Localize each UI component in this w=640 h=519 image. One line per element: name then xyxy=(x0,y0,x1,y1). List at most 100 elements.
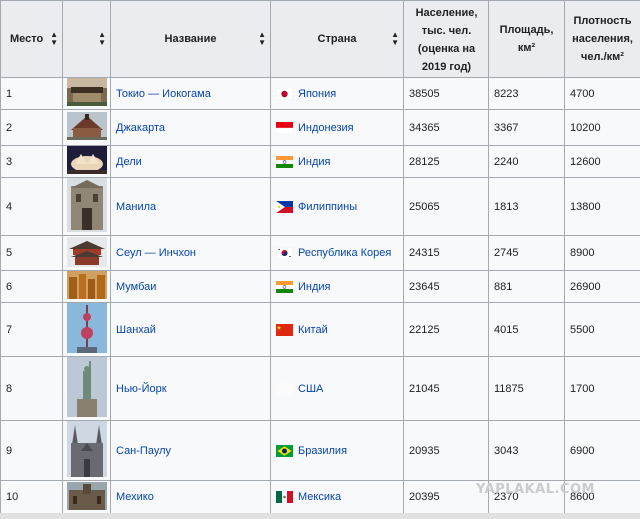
name-cell: Нью-Йорк xyxy=(110,356,271,421)
city-link[interactable]: Мумбаи xyxy=(116,281,156,293)
city-link[interactable]: Токио — Иокогама xyxy=(116,88,211,100)
city-link[interactable]: Мехико xyxy=(116,491,154,503)
country-cell: Мексика xyxy=(270,480,404,514)
header-area-label: Площадь, км² xyxy=(499,24,554,54)
country-link[interactable]: Индия xyxy=(298,281,331,293)
density-cell: 4700 xyxy=(564,77,640,110)
sort-icon[interactable]: ▲ ▼ xyxy=(391,31,399,47)
header-population[interactable]: Население, тыс. чел. (оценка на 2019 год… xyxy=(403,0,489,78)
photo-cell xyxy=(62,302,111,357)
density-value: 6900 xyxy=(570,444,595,457)
country-link[interactable]: США xyxy=(298,383,323,395)
header-rank[interactable]: Место ▲ ▼ xyxy=(0,0,63,78)
country-link[interactable]: Мексика xyxy=(298,491,341,503)
city-photo[interactable] xyxy=(67,303,107,356)
header-density[interactable]: Плотность населения, чел./км² xyxy=(564,0,640,78)
korea-flag-icon xyxy=(276,247,293,259)
mexico-flag-icon xyxy=(276,491,293,503)
city-photo[interactable] xyxy=(67,357,107,420)
country-cell: Индия xyxy=(270,270,404,303)
population-value: 20935 xyxy=(409,444,440,457)
area-value: 3367 xyxy=(494,121,519,134)
density-cell: 12600 xyxy=(564,145,640,178)
header-country[interactable]: Страна ▲ ▼ xyxy=(270,0,404,78)
rank-value: 1 xyxy=(6,87,13,100)
country-link[interactable]: Индонезия xyxy=(298,122,354,134)
city-link[interactable]: Дели xyxy=(116,156,142,168)
city-photo[interactable] xyxy=(67,178,107,235)
name-cell: Шанхай xyxy=(110,302,271,357)
city-link[interactable]: Нью-Йорк xyxy=(116,383,167,395)
table-row: 9 Сан-Паулу Бразилия 20935 3043 6900 xyxy=(0,420,640,481)
name-cell: Токио — Иокогама xyxy=(110,77,271,110)
table-row: 4 Манила Филиппины 25065 1813 13800 xyxy=(0,177,640,236)
country-cell: Япония xyxy=(270,77,404,110)
density-value: 13800 xyxy=(570,200,601,213)
city-link[interactable]: Сеул — Инчхон xyxy=(116,247,196,259)
city-photo[interactable] xyxy=(67,421,107,480)
country-link[interactable]: Китай xyxy=(298,324,328,336)
header-name[interactable]: Название ▲ ▼ xyxy=(110,0,271,78)
area-value: 11875 xyxy=(494,382,524,395)
density-value: 1700 xyxy=(570,382,595,395)
density-value: 8900 xyxy=(570,247,595,259)
country-cell: Китай xyxy=(270,302,404,357)
photo-cell xyxy=(62,77,111,110)
china-flag-icon xyxy=(276,323,293,336)
city-photo[interactable] xyxy=(67,236,107,270)
rank-cell: 1 xyxy=(0,77,63,110)
name-cell: Джакарта xyxy=(110,109,271,146)
sort-icon[interactable]: ▲ ▼ xyxy=(98,31,106,47)
density-cell: 13800 xyxy=(564,177,640,236)
city-photo[interactable] xyxy=(67,78,107,109)
philippines-flag-icon xyxy=(276,200,293,213)
population-cell: 38505 xyxy=(403,77,489,110)
city-photo[interactable] xyxy=(67,146,107,177)
country-cell: Филиппины xyxy=(270,177,404,236)
header-country-label: Страна xyxy=(317,33,357,45)
rank-cell: 9 xyxy=(0,420,63,481)
rank-cell: 7 xyxy=(0,302,63,357)
header-name-label: Название xyxy=(164,33,217,45)
population-value: 24315 xyxy=(409,247,440,259)
density-value: 10200 xyxy=(570,121,601,134)
sort-icon[interactable]: ▲ ▼ xyxy=(50,31,58,47)
city-photo[interactable] xyxy=(67,271,107,302)
country-link[interactable]: Индия xyxy=(298,156,331,168)
indonesia-flag-icon xyxy=(276,121,293,134)
city-link[interactable]: Сан-Паулу xyxy=(116,445,171,457)
rank-cell: 3 xyxy=(0,145,63,178)
population-value: 21045 xyxy=(409,382,440,395)
area-cell: 881 xyxy=(488,270,565,303)
area-cell: 3367 xyxy=(488,109,565,146)
horizontal-scrollbar[interactable] xyxy=(0,513,640,519)
sort-icon[interactable]: ▲ ▼ xyxy=(258,31,266,47)
population-cell: 28125 xyxy=(403,145,489,178)
header-rank-label: Место xyxy=(10,33,44,45)
country-cell: Индонезия xyxy=(270,109,404,146)
rank-value: 4 xyxy=(6,200,13,213)
photo-cell xyxy=(62,270,111,303)
india-flag-icon xyxy=(276,155,293,168)
table-row: 7 Шанхай Китай 22125 4015 5500 xyxy=(0,302,640,357)
country-link[interactable]: Республика Корея xyxy=(298,247,391,259)
header-density-label: Плотность населения, чел./км² xyxy=(572,15,633,63)
city-photo[interactable] xyxy=(67,481,107,513)
watermark: YAPLAKAL.COM xyxy=(476,482,595,497)
country-link[interactable]: Филиппины xyxy=(298,201,357,213)
rank-cell: 10 xyxy=(0,480,63,514)
country-link[interactable]: Бразилия xyxy=(298,445,347,457)
brazil-flag-icon xyxy=(276,444,293,457)
city-link[interactable]: Манила xyxy=(116,201,156,213)
rank-cell: 2 xyxy=(0,109,63,146)
country-link[interactable]: Япония xyxy=(298,88,336,100)
name-cell: Манила xyxy=(110,177,271,236)
country-cell: Республика Корея xyxy=(270,235,404,271)
header-area[interactable]: Площадь, км² xyxy=(488,0,565,78)
city-link[interactable]: Джакарта xyxy=(116,122,165,134)
city-photo[interactable] xyxy=(67,112,107,143)
header-photo[interactable]: ▲ ▼ xyxy=(62,0,111,78)
photo-cell xyxy=(62,480,111,514)
city-link[interactable]: Шанхай xyxy=(116,324,156,336)
country-cell: Индия xyxy=(270,145,404,178)
